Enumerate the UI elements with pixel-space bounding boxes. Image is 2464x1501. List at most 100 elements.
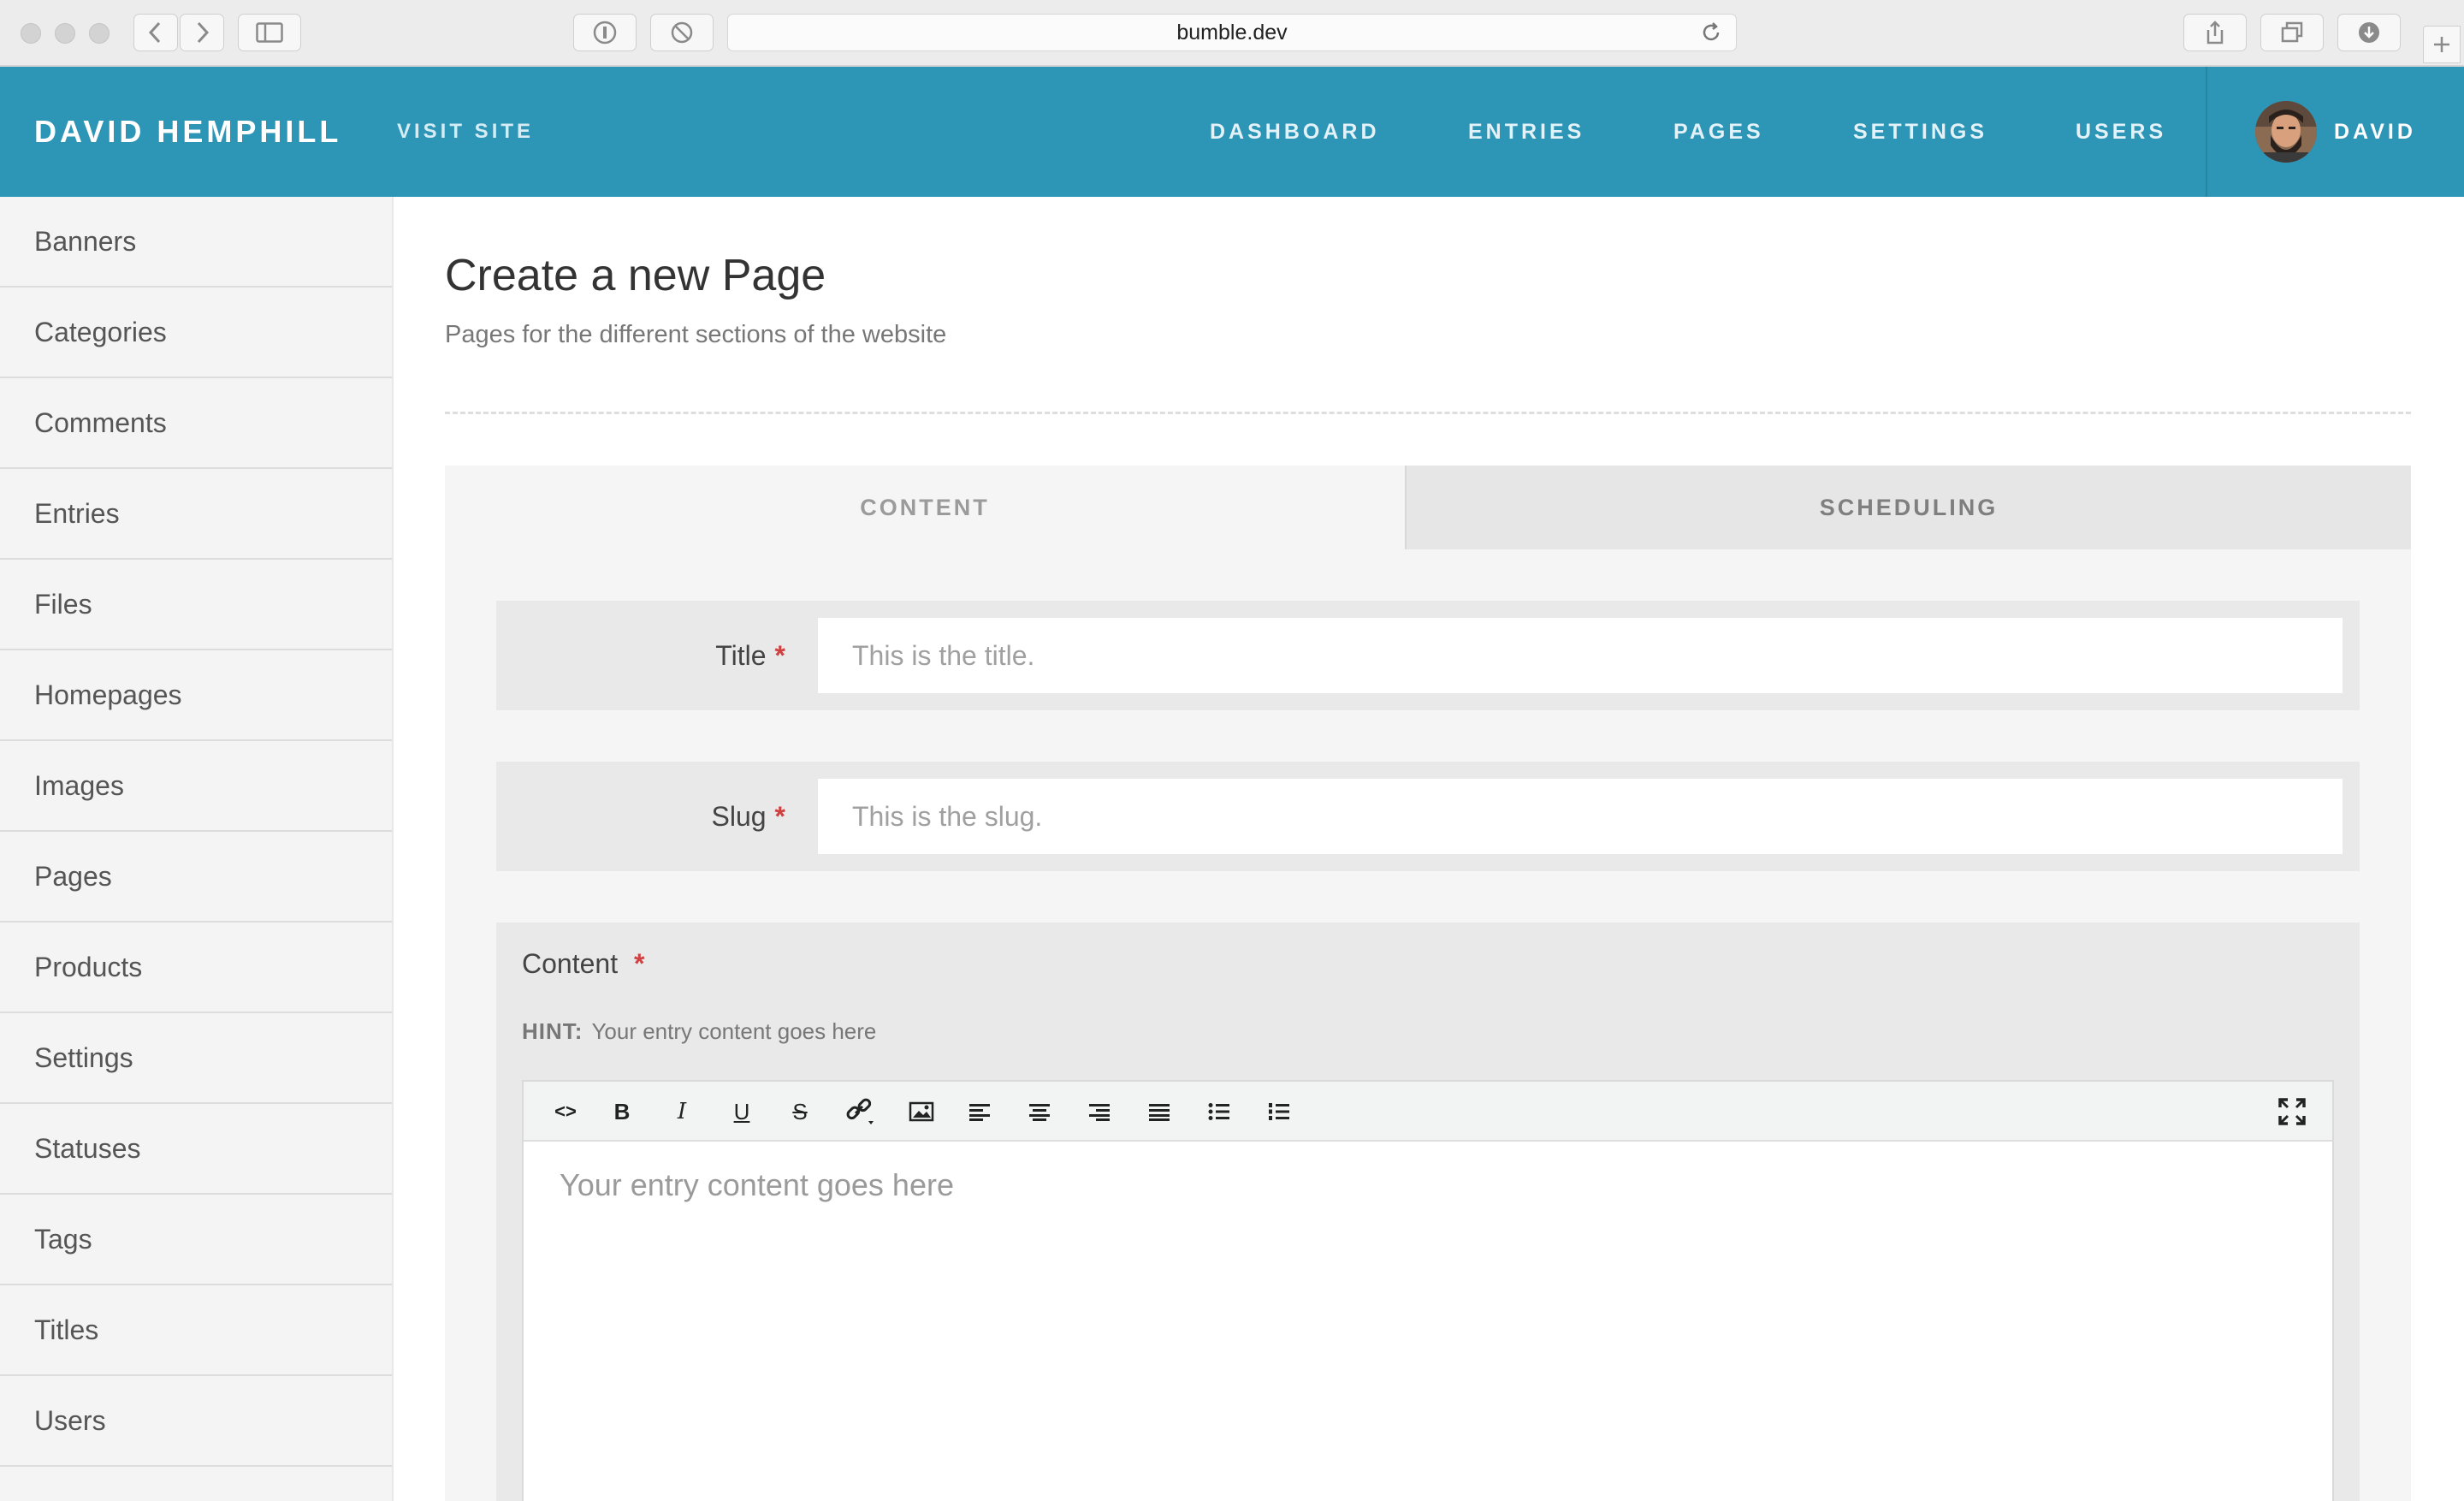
- required-marker: *: [774, 639, 785, 671]
- sidebar-item-comments[interactable]: Comments: [0, 378, 392, 469]
- sidebar-item-homepages[interactable]: Homepages: [0, 650, 392, 741]
- page-title: Create a new Page: [445, 251, 826, 300]
- align-center-button[interactable]: [1018, 1082, 1061, 1142]
- window-close-button[interactable]: [21, 23, 41, 44]
- link-button[interactable]: [838, 1082, 881, 1142]
- rich-text-editor: <> B I U S Your entry content goes here: [522, 1080, 2334, 1501]
- nav-item-users[interactable]: USERS: [2076, 67, 2166, 197]
- sidebar-item-files[interactable]: Files: [0, 560, 392, 650]
- tabs-icon: [2281, 21, 2303, 43]
- top-navigation: DAVID HEMPHILL VISIT SITE DASHBOARD ENTR…: [0, 67, 2464, 197]
- address-bar[interactable]: bumble.dev: [727, 14, 1737, 51]
- content-hint: HINT: Your entry content goes here: [522, 1018, 876, 1045]
- download-icon: [2359, 22, 2379, 43]
- content-field-row: Content * HINT: Your entry content goes h…: [496, 923, 2360, 1501]
- align-center-icon: [1029, 1104, 1050, 1121]
- align-right-icon: [1089, 1104, 1110, 1121]
- hint-label: HINT:: [522, 1018, 583, 1044]
- code-view-button[interactable]: <>: [544, 1082, 587, 1142]
- forward-button[interactable]: [180, 14, 224, 51]
- form-panel: CONTENT SCHEDULING Title * Slug * Conten…: [445, 466, 2411, 1501]
- main-content: Create a new Page Pages for the differen…: [395, 197, 2464, 1501]
- editor-toolbar: <> B I U S: [524, 1082, 2332, 1142]
- tab-scheduling[interactable]: SCHEDULING: [1405, 466, 2411, 549]
- content-label-text: Content: [522, 948, 619, 979]
- image-button[interactable]: [900, 1082, 943, 1142]
- new-tab-button[interactable]: [2423, 26, 2461, 63]
- sync-icon: [671, 21, 693, 44]
- fullscreen-icon: [2278, 1098, 2306, 1125]
- title-input[interactable]: [818, 618, 2343, 693]
- browser-chrome: bumble.dev: [0, 0, 2464, 67]
- sidebar-item-pages[interactable]: Pages: [0, 832, 392, 923]
- bullet-list-icon: [1208, 1103, 1229, 1120]
- plus-icon: [2434, 37, 2449, 52]
- sidebar-item-banners[interactable]: Banners: [0, 197, 392, 288]
- chevron-right-icon: [197, 21, 210, 44]
- title-label: Title *: [715, 601, 785, 710]
- numbered-list-button[interactable]: [1258, 1082, 1300, 1142]
- underline-button[interactable]: U: [720, 1082, 763, 1142]
- downloads-button[interactable]: [2337, 14, 2401, 51]
- sidebar-icon: [256, 22, 283, 43]
- password-key-icon: [593, 21, 617, 44]
- justify-icon: [1149, 1104, 1170, 1121]
- fullscreen-button[interactable]: [2271, 1082, 2313, 1142]
- share-icon: [2206, 21, 2224, 44]
- bold-button[interactable]: B: [601, 1082, 643, 1142]
- align-right-button[interactable]: [1078, 1082, 1121, 1142]
- required-marker: *: [774, 800, 785, 832]
- justify-button[interactable]: [1138, 1082, 1181, 1142]
- sidebar-item-statuses[interactable]: Statuses: [0, 1104, 392, 1195]
- editor-body[interactable]: Your entry content goes here: [560, 1167, 954, 1203]
- tab-content[interactable]: CONTENT: [445, 466, 1405, 549]
- required-marker: *: [633, 948, 645, 979]
- tabs-overview-button[interactable]: [2260, 14, 2324, 51]
- url-text: bumble.dev: [1176, 20, 1288, 44]
- hint-text: Your entry content goes here: [591, 1018, 877, 1044]
- page-subtitle: Pages for the different sections of the …: [445, 321, 947, 348]
- sidebar-toggle-button[interactable]: [238, 14, 301, 51]
- align-left-icon: [969, 1104, 990, 1121]
- nav-item-dashboard[interactable]: DASHBOARD: [1210, 67, 1380, 197]
- sidebar-item-entries[interactable]: Entries: [0, 469, 392, 560]
- sidebar-item-tags[interactable]: Tags: [0, 1195, 392, 1285]
- slug-label: Slug *: [712, 762, 786, 871]
- nav-item-pages[interactable]: PAGES: [1673, 67, 1764, 197]
- title-field-row: Title *: [496, 601, 2360, 710]
- sidebar-item-categories[interactable]: Categories: [0, 288, 392, 378]
- slug-input[interactable]: [818, 779, 2343, 854]
- visit-site-link[interactable]: VISIT SITE: [397, 67, 534, 197]
- nav-separator: [2206, 67, 2207, 197]
- reload-icon[interactable]: [1700, 21, 1722, 50]
- slug-field-row: Slug *: [496, 762, 2360, 871]
- window-zoom-button[interactable]: [89, 23, 110, 44]
- sidebar-item-settings[interactable]: Settings: [0, 1013, 392, 1104]
- sidebar-item-images[interactable]: Images: [0, 741, 392, 832]
- sidebar-item-users[interactable]: Users: [0, 1376, 392, 1467]
- bullet-list-button[interactable]: [1198, 1082, 1241, 1142]
- strikethrough-button[interactable]: S: [779, 1082, 821, 1142]
- italic-button[interactable]: I: [660, 1082, 703, 1142]
- sidebar-item-titles[interactable]: Titles: [0, 1285, 392, 1376]
- divider: [445, 412, 2411, 414]
- back-button[interactable]: [133, 14, 178, 51]
- avatar[interactable]: [2255, 101, 2317, 163]
- sidebar-item-products[interactable]: Products: [0, 923, 392, 1013]
- brand-title[interactable]: DAVID HEMPHILL: [34, 67, 341, 197]
- content-label: Content *: [522, 948, 644, 980]
- link-icon: [846, 1098, 874, 1124]
- numbered-list-icon: [1269, 1103, 1289, 1120]
- nav-item-settings[interactable]: SETTINGS: [1853, 67, 1987, 197]
- chevron-left-icon: [148, 21, 161, 44]
- window-minimize-button[interactable]: [55, 23, 75, 44]
- title-label-text: Title: [715, 639, 767, 671]
- sync-button[interactable]: [650, 14, 714, 51]
- share-button[interactable]: [2183, 14, 2247, 51]
- sidebar: Banners Categories Comments Entries File…: [0, 197, 394, 1501]
- password-button[interactable]: [573, 14, 637, 51]
- user-menu[interactable]: DAVID: [2334, 67, 2416, 197]
- image-icon: [909, 1101, 934, 1122]
- align-left-button[interactable]: [958, 1082, 1001, 1142]
- nav-item-entries[interactable]: ENTRIES: [1468, 67, 1584, 197]
